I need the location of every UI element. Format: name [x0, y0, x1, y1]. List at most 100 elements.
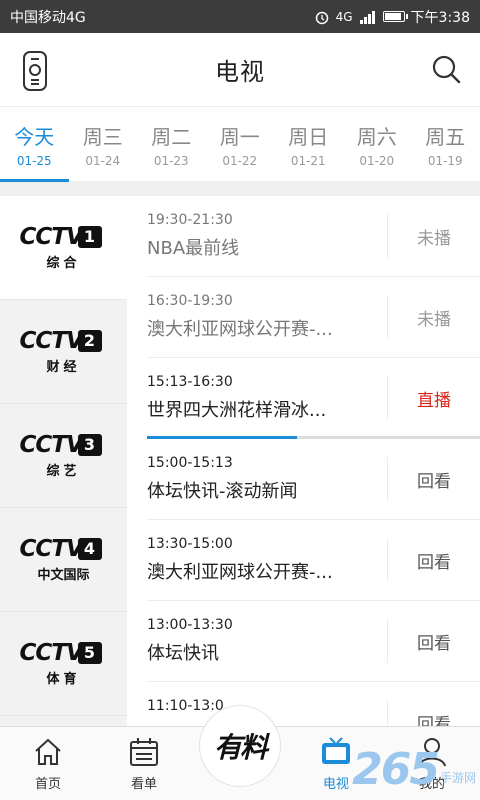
battery-icon: [382, 11, 408, 22]
program-title: 澳大利亚网球公开赛-...: [147, 562, 333, 583]
nav-watchlist[interactable]: 看单: [96, 727, 192, 800]
day-tab-sat[interactable]: 周六 01-20: [343, 107, 412, 181]
replay-button[interactable]: 回看: [387, 619, 480, 663]
logo-subtitle: 体育: [46, 671, 81, 687]
status-icons: 4G 下午3:38: [314, 7, 470, 27]
day-tab-name: 周日: [288, 124, 329, 149]
nav-label: 我的: [418, 777, 445, 792]
day-tab-wed[interactable]: 周三 01-24: [69, 107, 138, 181]
program-row[interactable]: 13:30-15:00 澳大利亚网球公开赛-... 回看: [147, 520, 480, 601]
logo-brand: CCTV: [19, 223, 84, 250]
status-bar: 中国移动4G 4G 下午3:38: [0, 0, 480, 33]
logo-brand: CCTV: [19, 431, 84, 458]
day-tab-date: 01-24: [85, 153, 121, 168]
nav-tv[interactable]: 电视: [288, 727, 384, 800]
carrier-label: 中国移动4G: [10, 9, 86, 26]
program-info: 15:00-15:13 体坛快讯-滚动新闻: [147, 439, 387, 519]
channel-item-cctv4[interactable]: CCTV 4 中文国际: [0, 508, 127, 612]
channel-logo: CCTV 2 财经: [20, 324, 108, 380]
day-tab-name: 周六: [356, 124, 397, 149]
program-row[interactable]: 13:00-13:30 体坛快讯 回看: [147, 601, 480, 682]
center-feature-button[interactable]: 有料: [199, 705, 281, 787]
day-tab-date: 01-25: [16, 153, 52, 168]
program-time: 11:10-13:0: [147, 698, 224, 714]
app-header: 电视: [0, 33, 480, 107]
day-tab-name: 周二: [151, 124, 192, 149]
program-time: 13:00-13:30: [147, 617, 233, 633]
program-row[interactable]: 11:10-13:0 回看: [147, 682, 480, 726]
channel-item-cctv2[interactable]: CCTV 2 财经: [0, 300, 127, 404]
channel-logo: CCTV 5 体育: [20, 636, 108, 692]
logo-number: 4: [77, 537, 102, 560]
day-tab-fri[interactable]: 周五 01-19: [411, 107, 480, 181]
logo-subtitle: 财经: [46, 359, 81, 375]
signal-icon: [359, 10, 375, 24]
program-title: 体坛快讯: [147, 643, 219, 664]
user-icon: [418, 738, 446, 767]
nav-label: 电视: [322, 777, 349, 792]
program-row-live[interactable]: 15:13-16:30 世界四大洲花样滑冰... 直播: [147, 358, 480, 439]
logo-number: 2: [77, 329, 102, 352]
day-tab-date: 01-22: [222, 153, 258, 168]
program-status-button[interactable]: 未播: [387, 214, 480, 258]
program-info: 13:00-13:30 体坛快讯: [147, 601, 387, 681]
day-tab-date: 01-20: [359, 153, 395, 168]
channel-list: CCTV 1 综合 CCTV 2 财经 CCTV 3 综艺 CCTV 4 中文国…: [0, 196, 127, 726]
calendar-icon: [130, 738, 158, 766]
center-button-label: 有料: [213, 731, 268, 764]
logo-subtitle: 中文国际: [37, 567, 90, 583]
program-title: NBA最前线: [147, 238, 240, 259]
clock-label: 下午3:38: [410, 9, 470, 26]
nav-profile[interactable]: 我的: [384, 727, 480, 800]
program-time: 13:30-15:00: [147, 536, 233, 552]
day-tab-sun[interactable]: 周日 01-21: [274, 107, 343, 181]
program-title: 体坛快讯-滚动新闻: [147, 481, 298, 502]
program-row[interactable]: 15:00-15:13 体坛快讯-滚动新闻 回看: [147, 439, 480, 520]
replay-button[interactable]: 回看: [387, 457, 480, 501]
program-list: 19:30-21:30 NBA最前线 未播 16:30-19:30 澳大利亚网球…: [127, 196, 480, 726]
program-row[interactable]: 19:30-21:30 NBA最前线 未播: [147, 196, 480, 277]
replay-button[interactable]: 回看: [387, 700, 480, 726]
search-icon[interactable]: [430, 53, 462, 85]
program-time: 15:00-15:13: [147, 455, 233, 471]
channel-logo: CCTV 4 中文国际: [20, 532, 108, 588]
alarm-icon: [315, 11, 328, 24]
logo-brand: CCTV: [19, 535, 84, 562]
day-tab-date: 01-23: [153, 153, 189, 168]
program-info: 19:30-21:30 NBA最前线: [147, 196, 387, 276]
program-title: 世界四大洲花样滑冰...: [147, 400, 327, 421]
tv-icon: [322, 737, 350, 764]
program-info: 16:30-19:30 澳大利亚网球公开赛-...: [147, 277, 387, 357]
page-title: 电视: [215, 58, 265, 86]
program-info: 15:13-16:30 世界四大洲花样滑冰...: [147, 358, 387, 438]
replay-button[interactable]: 回看: [387, 538, 480, 582]
program-row[interactable]: 16:30-19:30 澳大利亚网球公开赛-... 未播: [147, 277, 480, 358]
day-tab-name: 周一: [219, 124, 260, 149]
logo-number: 3: [77, 433, 102, 456]
channel-item-cctv5[interactable]: CCTV 5 体育: [0, 612, 127, 716]
day-tab-name: 今天: [14, 124, 55, 149]
day-tab-today[interactable]: 今天 01-25: [0, 107, 69, 182]
program-time: 15:13-16:30: [147, 374, 233, 390]
day-tab-date: 01-19: [427, 153, 463, 168]
nav-home[interactable]: 首页: [0, 727, 96, 800]
nav-label: 首页: [34, 777, 61, 792]
logo-subtitle: 综艺: [46, 463, 81, 479]
program-title: 澳大利亚网球公开赛-...: [147, 319, 333, 340]
logo-number: 5: [77, 641, 102, 664]
logo-brand: CCTV: [19, 327, 84, 354]
logo-subtitle: 综合: [46, 255, 81, 271]
day-tab-mon[interactable]: 周一 01-22: [206, 107, 275, 181]
channel-item-cctv1[interactable]: CCTV 1 综合: [0, 196, 127, 300]
day-tab-name: 周三: [82, 124, 123, 149]
program-status-button[interactable]: 未播: [387, 295, 480, 339]
program-info: 13:30-15:00 澳大利亚网球公开赛-...: [147, 520, 387, 600]
nav-center[interactable]: 有料: [192, 705, 288, 800]
remote-control-icon[interactable]: [22, 51, 48, 91]
logo-number: 1: [77, 225, 102, 248]
live-button[interactable]: 直播: [387, 376, 480, 420]
section-divider: [0, 182, 480, 196]
program-time: 16:30-19:30: [147, 293, 233, 309]
day-tab-tue[interactable]: 周二 01-23: [137, 107, 206, 181]
channel-item-cctv3[interactable]: CCTV 3 综艺: [0, 404, 127, 508]
